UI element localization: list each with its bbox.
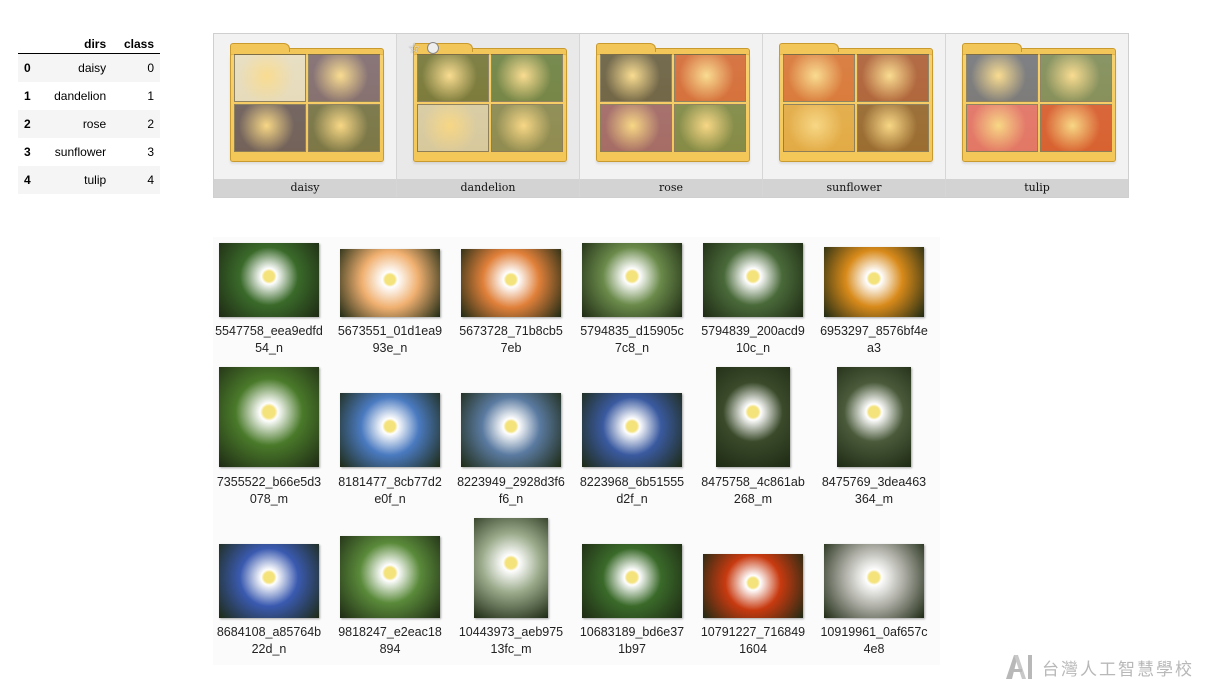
- folder-dandelion[interactable]: ☆ dandelion: [397, 34, 580, 197]
- table-row: 4 tulip 4: [18, 166, 160, 194]
- image-filename: 5794835_d15905c7c8_n: [580, 324, 684, 355]
- folder-label: tulip: [946, 179, 1128, 197]
- image-thumbnail: [219, 243, 319, 317]
- image-filename: 8475758_4c861ab268_m: [701, 475, 805, 506]
- folder-icon: [596, 43, 750, 162]
- image-thumbnail: [340, 393, 440, 467]
- row-index: 3: [24, 145, 31, 159]
- dirs-cell: dandelion: [54, 89, 107, 103]
- image-filename: 6953297_8576bf4ea3: [820, 324, 928, 355]
- class-cell: 2: [147, 117, 154, 131]
- folder-label: sunflower: [763, 179, 945, 197]
- image-filename: 8684108_a85764b22d_n: [216, 625, 322, 656]
- class-cell: 3: [147, 145, 154, 159]
- watermark: 台灣人工智慧學校: [1004, 652, 1209, 682]
- image-filename: 5673551_01d1ea993e_n: [337, 324, 443, 355]
- image-thumbnail: [582, 393, 682, 467]
- image-filename: 7355522_b66e5d3078_m: [216, 475, 322, 506]
- watermark-text: 台灣人工智慧學校: [1042, 659, 1194, 679]
- folder-label: daisy: [214, 179, 396, 197]
- table-header-row: dirs class: [18, 27, 160, 54]
- index-header: [18, 27, 40, 54]
- folder-icon: [962, 43, 1116, 162]
- image-grid: 5547758_eea9edfd54_n 5673551_01d1ea993e_n…: [213, 237, 940, 665]
- class-cell: 0: [147, 61, 154, 75]
- image-filename: 10443973_aeb97513fc_m: [458, 625, 564, 656]
- image-thumbnail: [340, 536, 440, 618]
- image-filename: 8223968_6b51555d2f_n: [579, 475, 685, 506]
- folder-rose[interactable]: rose: [580, 34, 763, 197]
- folder-label: rose: [580, 179, 762, 197]
- folder-icon: [779, 43, 933, 162]
- image-thumbnail: [474, 518, 548, 618]
- folder-daisy[interactable]: daisy: [214, 34, 397, 197]
- dirs-cell: rose: [82, 117, 107, 131]
- image-thumbnail: [461, 393, 561, 467]
- image-thumbnail: [582, 243, 682, 317]
- image-thumbnail: [219, 544, 319, 618]
- image-thumbnail: [703, 243, 803, 317]
- image-thumbnail: [716, 367, 790, 467]
- image-filename: 8181477_8cb77d2e0f_n: [338, 475, 442, 506]
- image-thumbnail: [837, 367, 911, 467]
- folder-view: daisy ☆ dandelion rose sunflower tulip: [213, 33, 1129, 198]
- folder-sunflower[interactable]: sunflower: [763, 34, 946, 197]
- table-row: 2 rose 2: [18, 110, 160, 138]
- table-row: 3 sunflower 3: [18, 138, 160, 166]
- image-filename: 5794839_200acd910c_n: [701, 324, 805, 355]
- table-row: 0 daisy 0: [18, 53, 160, 82]
- image-filename: 8223949_2928d3f6f6_n: [457, 475, 565, 506]
- image-thumbnail: [582, 544, 682, 618]
- image-thumbnail: [219, 367, 319, 467]
- image-thumbnail: [703, 554, 803, 618]
- dataframe-table: dirs class 0 daisy 0 1 dandelion 1 2 ros…: [18, 27, 160, 194]
- image-filename: 9818247_e2eac18894: [338, 625, 442, 656]
- image-thumbnail: [824, 544, 924, 618]
- row-index: 0: [24, 61, 31, 75]
- image-filename: 5673728_71b8cb57eb: [459, 324, 563, 355]
- dirs-cell: daisy: [78, 61, 107, 75]
- folder-icon: ☆: [408, 40, 567, 162]
- image-filename: 5547758_eea9edfd54_n: [215, 324, 323, 355]
- row-index: 2: [24, 117, 31, 131]
- image-thumbnail: [461, 249, 561, 317]
- dirs-header: dirs: [39, 27, 113, 54]
- folder-label: dandelion: [397, 179, 579, 197]
- ai-logo-icon: [1004, 654, 1036, 680]
- class-header: class: [112, 27, 160, 54]
- status-dot-icon: [427, 42, 439, 54]
- class-cell: 4: [147, 173, 154, 187]
- star-icon: ☆: [408, 40, 421, 56]
- class-cell: 1: [147, 89, 154, 103]
- image-thumbnail: [824, 247, 924, 317]
- table-row: 1 dandelion 1: [18, 82, 160, 110]
- image-filename: 10791227_7168491604: [700, 625, 806, 656]
- folder-tulip[interactable]: tulip: [946, 34, 1128, 197]
- image-thumbnail: [340, 249, 440, 317]
- row-index: 4: [24, 173, 31, 187]
- dirs-cell: sunflower: [54, 145, 107, 159]
- image-filename: 10683189_bd6e371b97: [579, 625, 685, 656]
- folder-icon: [230, 43, 384, 162]
- image-filename: 8475769_3dea463364_m: [821, 475, 927, 506]
- row-index: 1: [24, 89, 31, 103]
- image-filename: 10919961_0af657c4e8: [820, 625, 928, 656]
- dirs-cell: tulip: [84, 173, 107, 187]
